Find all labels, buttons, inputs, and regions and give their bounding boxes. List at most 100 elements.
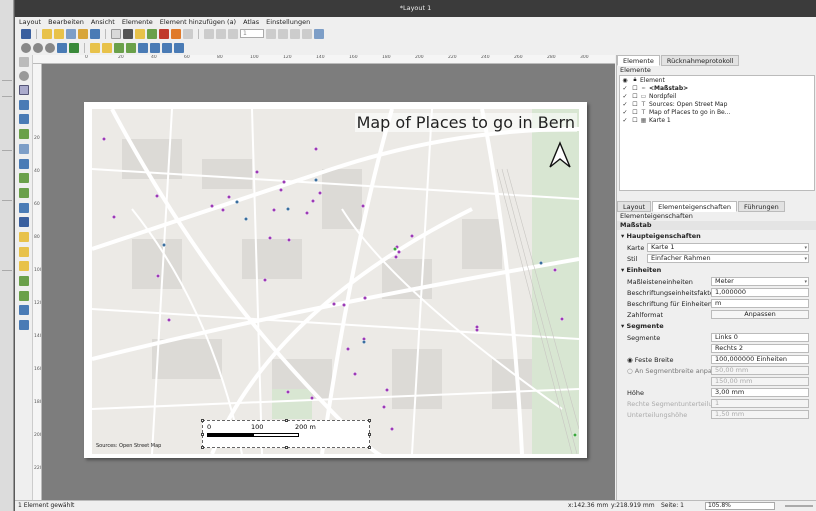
select-tool-icon[interactable] <box>19 85 29 95</box>
add-table-icon[interactable] <box>19 320 29 330</box>
ungroup-icon[interactable] <box>126 42 136 53</box>
fit-min-spinbox[interactable]: 50,00 mm <box>711 366 809 375</box>
distribute-icon[interactable] <box>162 42 172 53</box>
menu-view[interactable]: Ansicht <box>91 17 115 27</box>
section-main-properties[interactable]: ▾ Haupteigenschaften <box>617 230 816 242</box>
add-polygon-icon[interactable] <box>19 276 29 286</box>
zoom-full-icon[interactable] <box>57 42 67 53</box>
tab-items[interactable]: Elemente <box>617 55 660 66</box>
visible-checkbox[interactable]: ✓ <box>622 109 628 116</box>
vertical-ruler[interactable]: 20 40 60 80 100 120 140 160 180 200 220 <box>33 64 42 500</box>
add-map-icon[interactable] <box>19 129 29 139</box>
duplicate-layout-icon[interactable] <box>54 28 64 39</box>
list-item[interactable]: ✓ ☐ ▦ Karte 1 <box>620 116 814 124</box>
sources-label[interactable]: Sources: Open Street Map <box>96 443 161 449</box>
export-pdf-icon[interactable] <box>159 28 169 39</box>
label-units-field[interactable]: m <box>711 299 809 308</box>
group-icon[interactable] <box>114 42 124 53</box>
add-marker-icon[interactable] <box>19 203 29 213</box>
add-polyline-icon[interactable] <box>19 291 29 301</box>
lock-checkbox[interactable]: ☐ <box>632 109 638 116</box>
style-select[interactable]: Einfacher Rahmen <box>647 254 809 263</box>
first-feature-icon[interactable] <box>216 28 226 39</box>
add-north-arrow-icon[interactable] <box>19 247 29 257</box>
zoom-in-icon[interactable] <box>21 42 31 53</box>
map-item[interactable]: Map of Places to go in Bern Sources: Ope… <box>92 109 579 454</box>
add-html-icon[interactable] <box>19 188 29 198</box>
menu-settings[interactable]: Einstellungen <box>266 17 310 27</box>
layout-manager-icon[interactable] <box>66 28 76 39</box>
selection-handle[interactable] <box>285 419 288 422</box>
open-template-icon[interactable] <box>78 28 88 39</box>
section-segments[interactable]: ▾ Segmente <box>617 320 816 332</box>
tab-item-properties[interactable]: Elementeigenschaften <box>652 201 737 212</box>
menu-atlas[interactable]: Atlas <box>243 17 259 27</box>
lock-checkbox[interactable]: ☐ <box>632 85 638 92</box>
height-spinbox[interactable]: 3,00 mm <box>711 388 809 397</box>
menu-add-item[interactable]: Element hinzufügen (a) <box>160 17 236 27</box>
previous-feature-icon[interactable] <box>228 28 238 39</box>
layout-canvas[interactable]: Map of Places to go in Bern Sources: Ope… <box>42 64 615 500</box>
map-title-label[interactable]: Map of Places to go in Bern <box>354 113 577 132</box>
last-feature-icon[interactable] <box>278 28 288 39</box>
right-subdiv-spinbox[interactable]: 1 <box>711 399 809 408</box>
zoom-tool-icon[interactable] <box>19 71 29 81</box>
items-list[interactable]: ◉ 🔒︎ Element ✓ ☐ ┅ <Maßstab> ✓ ☐ ▭ Nordpfe… <box>619 75 815 191</box>
save-template-icon[interactable] <box>90 28 100 39</box>
visible-checkbox[interactable]: ✓ <box>622 101 628 108</box>
align-icon[interactable] <box>150 42 160 53</box>
unit-select[interactable]: Meter <box>711 277 809 286</box>
customize-button[interactable]: Anpassen <box>711 310 809 319</box>
segments-left-spinbox[interactable]: Links 0 <box>711 333 809 342</box>
tab-undo-history[interactable]: Rücknahmeprotokoll <box>660 55 740 66</box>
segments-right-spinbox[interactable]: Rechts 2 <box>711 344 809 353</box>
redo-icon[interactable] <box>183 28 193 39</box>
atlas-page-field[interactable]: 1 <box>240 29 264 38</box>
atlas-preview-icon[interactable] <box>204 28 214 39</box>
undo-icon[interactable] <box>171 28 181 39</box>
north-arrow-icon[interactable] <box>548 141 572 169</box>
selection-handle[interactable] <box>368 446 371 449</box>
add-shape-icon[interactable] <box>19 261 29 271</box>
menu-layout[interactable]: Layout <box>19 17 41 27</box>
lock-items-icon[interactable] <box>90 42 100 53</box>
save-icon[interactable] <box>21 28 31 39</box>
horizontal-ruler[interactable]: 0 20 40 60 80 100 120 140 160 180 200 220 240 260 280 3… <box>33 55 615 64</box>
tab-layout[interactable]: Layout <box>617 201 652 212</box>
list-item[interactable]: ✓ ☐ ▭ Nordpfeil <box>620 92 814 100</box>
page-setup-icon[interactable] <box>111 28 121 39</box>
zoom-combobox[interactable]: 105.8% <box>705 502 775 510</box>
export-svg-icon[interactable] <box>147 28 157 39</box>
resize-icon[interactable] <box>174 42 184 53</box>
selection-handle[interactable] <box>201 433 204 436</box>
lock-checkbox[interactable]: ☐ <box>632 93 638 100</box>
list-item[interactable]: ✓ ☐ T Map of Places to go in Be... <box>620 108 814 116</box>
fixed-width-radio[interactable]: ◉ Feste Breite <box>627 356 711 364</box>
add-scalebar-icon[interactable] <box>19 232 29 242</box>
add-label-icon[interactable] <box>19 217 29 227</box>
add-picture-icon[interactable] <box>19 159 29 169</box>
zoom-slider[interactable] <box>785 505 813 507</box>
section-units[interactable]: ▾ Einheiten <box>617 264 816 276</box>
atlas-settings-icon[interactable] <box>314 28 324 39</box>
factor-spinbox[interactable]: 1,000000 <box>711 288 809 297</box>
export-image-icon[interactable] <box>135 28 145 39</box>
menu-items[interactable]: Elemente <box>122 17 153 27</box>
unlock-items-icon[interactable] <box>102 42 112 53</box>
move-content-icon[interactable] <box>19 100 29 110</box>
selection-handle[interactable] <box>201 446 204 449</box>
add-3d-map-icon[interactable] <box>19 144 29 154</box>
add-legend-icon[interactable] <box>19 173 29 183</box>
subdiv-height-spinbox[interactable]: 1,50 mm <box>711 410 809 419</box>
list-item[interactable]: ✓ ☐ ┅ <Maßstab> <box>620 84 814 92</box>
fit-max-spinbox[interactable]: 150,00 mm <box>711 377 809 386</box>
zoom-actual-icon[interactable] <box>45 42 55 53</box>
scalebar-item[interactable]: 0 100 200 m <box>201 419 371 449</box>
visible-checkbox[interactable]: ✓ <box>622 117 628 124</box>
lock-checkbox[interactable]: ☐ <box>632 101 638 108</box>
selection-handle[interactable] <box>285 446 288 449</box>
map-select[interactable]: Karte 1 <box>647 243 809 252</box>
zoom-out-icon[interactable] <box>33 42 43 53</box>
print-atlas-icon[interactable] <box>290 28 300 39</box>
visible-checkbox[interactable]: ✓ <box>622 85 628 92</box>
